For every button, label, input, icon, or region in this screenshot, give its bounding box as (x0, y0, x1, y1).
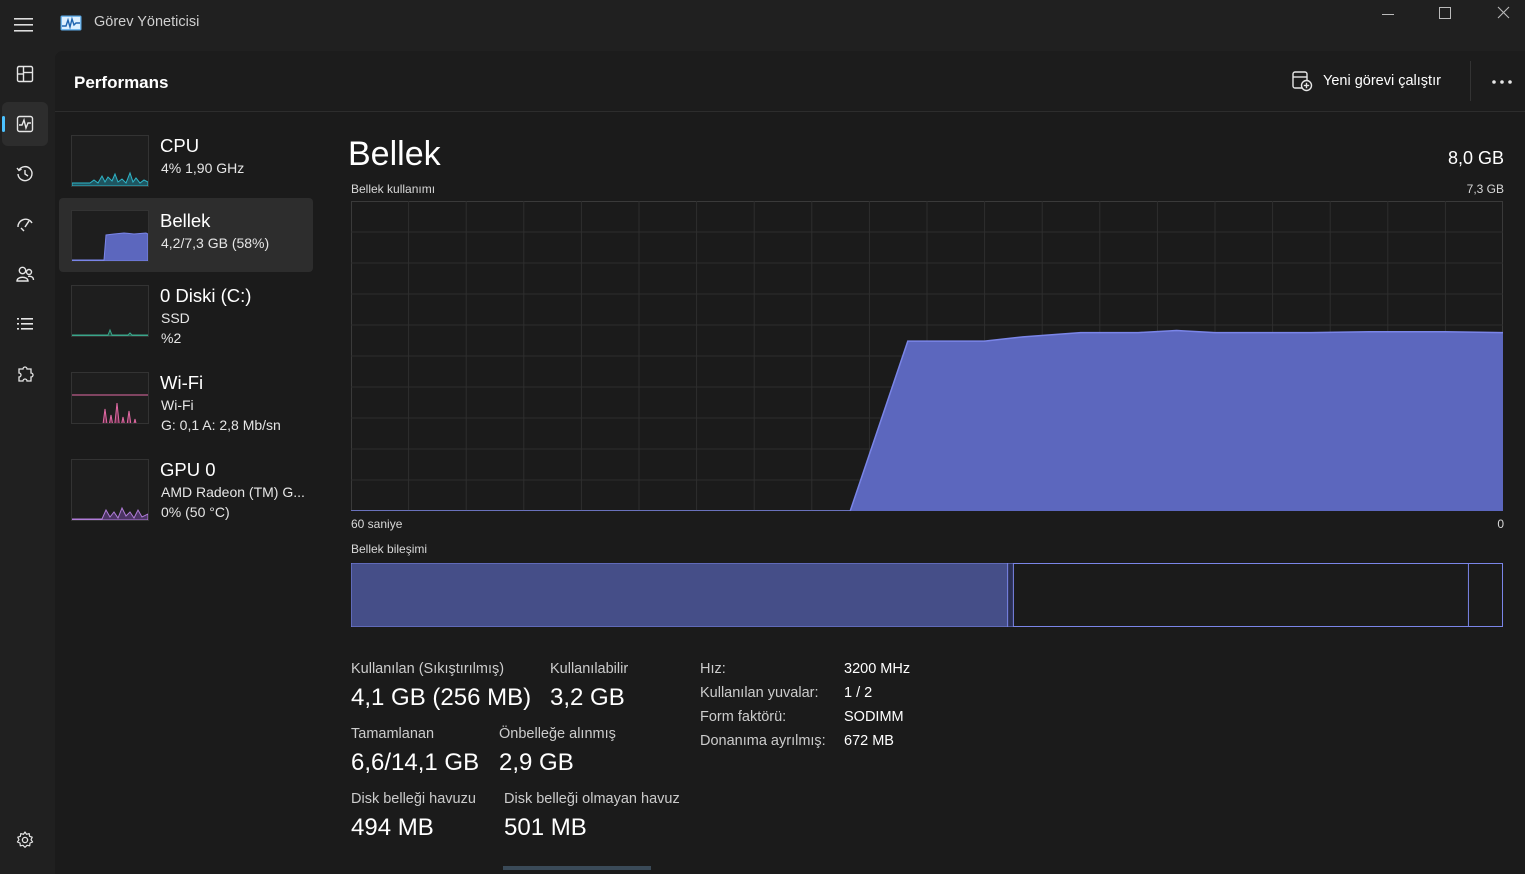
performance-icon (16, 115, 34, 133)
minimize-icon (1382, 14, 1394, 15)
committed-value: 6,6/14,1 GB (351, 749, 480, 776)
composition-modified-segment[interactable] (1007, 563, 1014, 627)
navigation-rail (0, 50, 52, 874)
perf-item-cpu[interactable]: CPU 4% 1,90 GHz (59, 123, 313, 197)
maximize-icon (1439, 7, 1451, 19)
perf-item-sub1: SSD (161, 310, 190, 326)
in-use-value: 4,1 GB (256 MB) (351, 684, 532, 711)
nonpaged-pool-value: 501 MB (504, 814, 587, 841)
perf-item-name: GPU 0 (160, 459, 216, 480)
perf-item-name: Bellek (160, 210, 211, 231)
minimize-button[interactable] (1370, 4, 1406, 28)
cpu-thumbnail-graph (71, 135, 149, 187)
nav-processes[interactable] (2, 52, 48, 96)
perf-item-sub1: AMD Radeon (TM) G... (161, 484, 305, 500)
services-puzzle-icon (18, 366, 34, 382)
wifi-thumbnail-graph (71, 372, 149, 424)
perf-item-sub2: %2 (161, 330, 182, 346)
slots-label: Kullanılan yuvalar: (700, 685, 819, 701)
details-list-icon (17, 318, 33, 330)
perf-item-name: CPU (160, 135, 200, 156)
nav-app-history[interactable] (2, 152, 48, 196)
processes-icon (16, 65, 34, 83)
users-icon (16, 266, 35, 282)
task-manager-app-icon (60, 14, 82, 32)
speed-label: Hız: (700, 661, 726, 677)
cached-value: 2,9 GB (499, 749, 574, 776)
detail-title: Bellek (348, 135, 441, 173)
startup-gauge-icon (17, 218, 33, 232)
perf-item-disk[interactable]: 0 Diski (C:) SSD %2 (59, 273, 313, 347)
cached-label: Önbelleğe alınmış (499, 726, 616, 742)
more-dots-icon (1492, 80, 1512, 84)
scroll-indicator (503, 866, 651, 870)
close-button[interactable] (1485, 4, 1521, 28)
disk-mini-chart (72, 328, 148, 336)
disk-thumbnail-graph (71, 285, 149, 337)
perf-item-name: Wi-Fi (160, 372, 204, 393)
cpu-mini-chart (72, 171, 148, 186)
nav-startup-apps[interactable] (2, 202, 48, 246)
nav-details[interactable] (2, 302, 48, 346)
form-factor-value: SODIMM (844, 709, 904, 725)
committed-label: Tamamlanan (351, 726, 435, 742)
title-bar: Görev Yöneticisi (0, 0, 1525, 48)
perf-item-gpu[interactable]: GPU 0 AMD Radeon (TM) G... 0% (50 °C) (59, 447, 313, 521)
perf-item-name: 0 Diski (C:) (160, 285, 252, 306)
speed-value: 3200 MHz (844, 661, 911, 677)
perf-item-sub2: G: 0,1 A: 2,8 Mb/sn (161, 417, 281, 433)
hardware-reserved-value: 672 MB (844, 733, 894, 749)
nonpaged-pool-label: Disk belleği olmayan havuz (504, 791, 680, 807)
hardware-reserved-label: Donanıma ayrılmış: (700, 733, 826, 749)
active-nav-indicator (2, 116, 5, 132)
form-factor-label: Form faktörü: (700, 709, 787, 725)
slots-value: 1 / 2 (844, 685, 873, 701)
more-options-button[interactable] (1485, 67, 1519, 97)
close-icon (1497, 6, 1510, 19)
memory-mini-chart (72, 232, 148, 261)
nav-settings[interactable] (2, 818, 48, 862)
nav-performance[interactable] (2, 102, 48, 146)
perf-item-wifi[interactable]: Wi-Fi Wi-Fi G: 0,1 A: 2,8 Mb/sn (59, 360, 313, 434)
gpu-thumbnail-graph (71, 459, 149, 521)
wifi-mini-chart (72, 394, 148, 423)
perf-item-memory[interactable]: Bellek 4,2/7,3 GB (58%) (59, 198, 313, 272)
history-icon (16, 165, 33, 182)
main-content: Performans Yeni görevi çalıştır CPU 4% 1… (55, 51, 1525, 874)
composition-in-use-segment[interactable] (351, 563, 1009, 627)
run-new-task-label: Yeni görevi çalıştır (1323, 73, 1441, 89)
header-divider (1470, 61, 1471, 101)
gpu-mini-chart (72, 506, 148, 520)
memory-usage-label: Bellek kullanımı (351, 182, 436, 196)
perf-item-sub2: 0% (50 °C) (161, 504, 230, 520)
perf-item-sub1: 4% 1,90 GHz (161, 160, 245, 176)
run-task-icon (1292, 71, 1313, 92)
nav-users[interactable] (2, 252, 48, 296)
time-axis-start: 60 saniye (351, 517, 403, 531)
memory-composition-label: Bellek bileşimi (351, 542, 428, 556)
hamburger-icon (14, 18, 33, 32)
run-new-task-button[interactable]: Yeni görevi çalıştır (1291, 65, 1441, 97)
perf-item-sub1: Wi-Fi (161, 397, 194, 413)
memory-thumbnail-graph (71, 210, 149, 262)
in-use-label: Kullanılan (Sıkıştırılmış) (351, 661, 505, 677)
hamburger-menu-button[interactable] (8, 8, 38, 40)
perf-item-sub1: 4,2/7,3 GB (58%) (161, 235, 270, 251)
window-title: Görev Yöneticisi (94, 14, 200, 30)
gear-icon (16, 831, 34, 848)
time-axis-end: 0 (1497, 517, 1504, 531)
memory-usage-max: 7,3 GB (1466, 182, 1504, 196)
paged-pool-value: 494 MB (351, 814, 434, 841)
page-header: Performans Yeni görevi çalıştır (55, 51, 1525, 112)
total-memory: 8,0 GB (1447, 148, 1504, 168)
maximize-button[interactable] (1427, 4, 1463, 28)
page-title: Performans (74, 73, 169, 92)
available-label: Kullanılabilir (550, 661, 629, 677)
nav-services[interactable] (2, 352, 48, 396)
memory-composition-bar (351, 563, 1503, 627)
paged-pool-label: Disk belleği havuzu (351, 791, 476, 807)
memory-usage-graph (351, 201, 1503, 511)
available-value: 3,2 GB (550, 684, 625, 711)
